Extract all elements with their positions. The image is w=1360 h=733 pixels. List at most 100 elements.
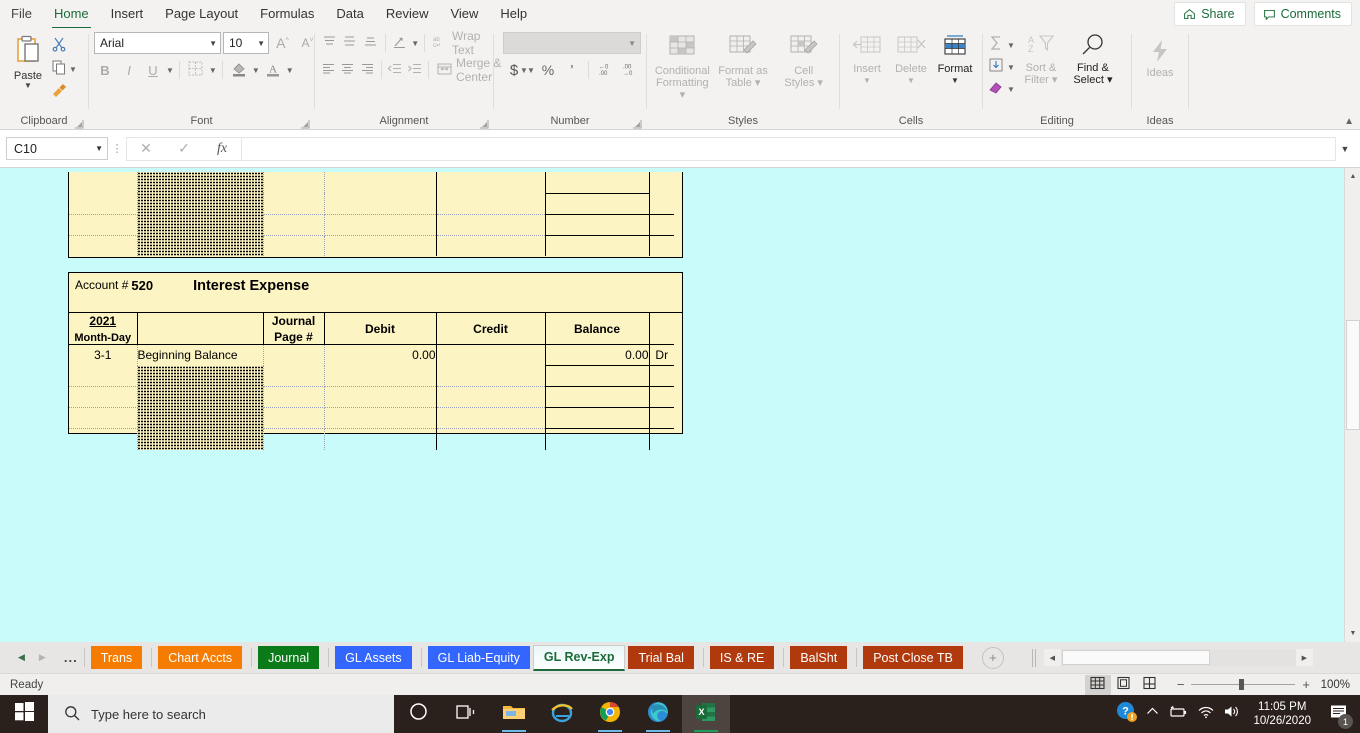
copy-button[interactable]: ▼ [51, 59, 77, 79]
table-row[interactable] [69, 407, 674, 429]
share-button[interactable]: Share [1174, 2, 1246, 26]
alignment-dialog-launcher[interactable] [479, 117, 490, 129]
ribbon-tab-home[interactable]: Home [43, 1, 100, 29]
excel-button[interactable]: X [682, 695, 730, 733]
start-button[interactable] [0, 695, 48, 733]
cortana-button[interactable] [394, 695, 442, 733]
view-page-break-button[interactable] [1137, 675, 1163, 695]
taskbar-clock[interactable]: 11:05 PM 10/26/2020 [1249, 700, 1315, 728]
sheet-tab-gl-liab-equity[interactable]: GL Liab-Equity [427, 646, 530, 669]
add-sheet-button[interactable]: + [981, 646, 1004, 669]
ribbon-tab-view[interactable]: View [439, 1, 489, 28]
cell-balance[interactable]: 0.00 [544, 344, 649, 366]
horizontal-scrollbar-thumb[interactable] [1061, 650, 1210, 665]
cell-date[interactable] [69, 386, 138, 408]
horizontal-scrollbar-track[interactable] [1060, 649, 1296, 666]
borders-button[interactable] [185, 59, 207, 81]
fill-color-button[interactable] [228, 59, 250, 81]
cell-credit[interactable] [436, 428, 546, 450]
wrap-text-button[interactable]: ab c↵ Wrap Text [430, 29, 497, 57]
ribbon-tab-insert[interactable]: Insert [100, 1, 155, 28]
task-view-button[interactable] [442, 695, 490, 733]
ribbon-tab-review[interactable]: Review [375, 1, 440, 28]
zoom-out-button[interactable]: − [1177, 677, 1185, 692]
delete-dropdown-arrow[interactable]: ▼ [907, 75, 915, 87]
autosum-button[interactable]: ▼ [988, 35, 1015, 56]
scroll-down-button[interactable]: ▼ [1345, 625, 1360, 642]
orientation-dropdown-arrow[interactable]: ▼ [411, 39, 419, 48]
speaker-icon[interactable] [1223, 704, 1240, 724]
cell-debit[interactable] [324, 365, 437, 387]
align-bottom-button[interactable] [361, 32, 380, 54]
cell-debit[interactable] [324, 428, 437, 450]
cell-balance[interactable] [544, 386, 649, 408]
increase-indent-button[interactable] [406, 59, 423, 81]
sheet-tab-gl-assets[interactable]: GL Assets [335, 646, 412, 669]
format-dropdown-arrow[interactable]: ▼ [951, 75, 959, 87]
ribbon-tab-help[interactable]: Help [489, 1, 538, 28]
microsoft-edge-button[interactable] [634, 695, 682, 733]
cut-button[interactable] [51, 36, 77, 56]
underline-dropdown-arrow[interactable]: ▼ [166, 66, 174, 75]
cell-credit[interactable] [436, 344, 546, 366]
sheet-nav-prev-icon[interactable]: ◀ [18, 652, 25, 663]
delete-cells-button[interactable]: Delete ▼ [889, 34, 933, 87]
zoom-slider-track[interactable] [1191, 679, 1296, 690]
table-row[interactable] [69, 386, 674, 408]
table-row[interactable] [69, 365, 674, 387]
cell-date[interactable]: 3-1 [69, 344, 138, 366]
number-format-combo[interactable]: ▼ [503, 32, 641, 54]
paste-dropdown-arrow[interactable]: ▼ [24, 82, 32, 90]
insert-cells-button[interactable]: Insert ▼ [845, 34, 889, 87]
cell-date[interactable] [69, 407, 138, 429]
insert-dropdown-arrow[interactable]: ▼ [863, 75, 871, 87]
battery-icon[interactable] [1168, 705, 1188, 724]
view-page-layout-button[interactable] [1111, 675, 1137, 695]
confirm-entry-button[interactable]: ✓ [165, 138, 203, 160]
sheet-nav-next-icon[interactable]: ▶ [39, 652, 46, 663]
cell-journal-page[interactable] [263, 344, 325, 366]
ribbon-tab-data[interactable]: Data [325, 1, 374, 28]
expand-formula-bar-button[interactable]: ▼ [1336, 144, 1354, 154]
orientation-button[interactable] [391, 32, 410, 54]
decrease-indent-button[interactable] [387, 59, 404, 81]
align-right-button[interactable] [359, 59, 376, 81]
worksheet-canvas[interactable]: Account # 520 Interest Expense 2021 Mont… [0, 168, 1360, 642]
view-normal-button[interactable] [1084, 674, 1111, 695]
increase-decimal-button[interactable]: ←0.00 [594, 59, 617, 81]
underline-button[interactable]: U [142, 59, 164, 81]
paste-button[interactable]: Paste ▼ [5, 32, 51, 90]
vertical-scrollbar[interactable]: ▲ ▼ [1344, 168, 1360, 642]
action-center-button[interactable]: 1 [1324, 695, 1354, 733]
accounting-dropdown-arrow[interactable]: ▼ [527, 66, 535, 75]
cell-balance[interactable] [544, 428, 649, 450]
font-color-dropdown-arrow[interactable]: ▼ [286, 66, 294, 75]
copy-dropdown-arrow[interactable]: ▼ [69, 65, 77, 74]
sheet-tab-trial-bal[interactable]: Trial Bal [628, 646, 694, 669]
format-painter-button[interactable] [51, 82, 77, 102]
clear-button[interactable]: ▼ [988, 79, 1015, 100]
horizontal-scrollbar[interactable]: ◀ ▶ [1043, 649, 1313, 666]
fill-dropdown-arrow[interactable]: ▼ [1007, 63, 1015, 72]
format-as-table-button[interactable]: Format as Table ▾ [713, 34, 774, 89]
cell-journal-page[interactable] [263, 365, 325, 387]
insert-function-button[interactable]: fx [203, 138, 241, 160]
cell-description[interactable] [137, 428, 264, 450]
cell-dr-cr[interactable] [648, 365, 674, 387]
table-row[interactable] [69, 428, 674, 450]
clear-dropdown-arrow[interactable]: ▼ [1007, 85, 1015, 94]
align-center-button[interactable] [339, 59, 356, 81]
wifi-icon[interactable] [1197, 705, 1214, 724]
italic-button[interactable]: I [118, 59, 140, 81]
sheet-tab-gl-rev-exp[interactable]: GL Rev-Exp [532, 644, 626, 671]
cell-description[interactable] [137, 407, 264, 429]
chevron-down-icon[interactable]: ▼ [95, 144, 103, 153]
cell-journal-page[interactable] [263, 386, 325, 408]
font-size-combo[interactable]: 10 ▼ [223, 32, 269, 54]
scroll-up-button[interactable]: ▲ [1345, 168, 1360, 185]
bold-button[interactable]: B [94, 59, 116, 81]
comments-button[interactable]: Comments [1253, 2, 1352, 26]
file-explorer-button[interactable] [490, 695, 538, 733]
sheet-tab-balsht[interactable]: BalSht [790, 646, 848, 669]
conditional-formatting-button[interactable]: Conditional Formatting ▾ [652, 34, 713, 101]
